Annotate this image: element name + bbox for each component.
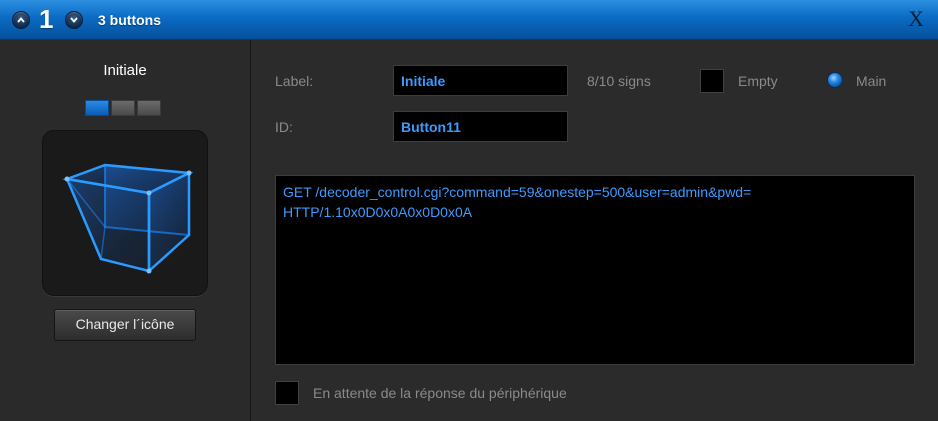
wait-response-checkbox[interactable] — [275, 381, 299, 405]
button-preview-panel: Initiale Changer l´icône — [0, 40, 251, 421]
main-label: Main — [856, 73, 887, 89]
page-indicator-segment-3[interactable] — [137, 100, 161, 116]
page-indicator-segment-2[interactable] — [111, 100, 135, 116]
button-name: Initiale — [103, 62, 147, 79]
empty-label: Empty — [738, 73, 778, 89]
command-line-2: HTTP/1.10x0D0x0A0x0D0x0A — [283, 204, 473, 220]
chevron-down-icon — [70, 17, 78, 23]
main-radio[interactable] — [827, 72, 843, 88]
previous-button[interactable] — [12, 11, 30, 29]
button-icon-tile[interactable] — [42, 130, 208, 296]
page-number: 1 — [39, 4, 54, 34]
change-icon-button[interactable]: Changer l´icône — [54, 309, 196, 341]
chevron-up-icon — [17, 17, 25, 23]
character-counter: 8/10 signs — [587, 73, 651, 89]
window-title: 3 buttons — [98, 12, 161, 28]
label-input[interactable]: Initiale — [393, 65, 568, 96]
page-indicator-segment-1[interactable] — [85, 100, 109, 116]
next-button[interactable] — [65, 11, 83, 29]
empty-checkbox[interactable] — [700, 69, 724, 93]
id-input[interactable]: Button11 — [393, 111, 568, 142]
command-line-1: GET /decoder_control.cgi?command=59&ones… — [283, 184, 752, 200]
label-caption: Label: — [275, 73, 314, 89]
command-textarea[interactable]: GET /decoder_control.cgi?command=59&ones… — [275, 175, 915, 365]
id-caption: ID: — [275, 119, 293, 135]
wait-response-label: En attente de la réponse du périphérique — [313, 385, 567, 401]
button-settings-panel: Label: Initiale 8/10 signs Empty Main ID… — [251, 40, 938, 421]
title-bar: 1 3 buttons X — [0, 0, 938, 40]
close-button[interactable]: X — [908, 6, 924, 32]
3d-cube-icon — [62, 163, 194, 274]
